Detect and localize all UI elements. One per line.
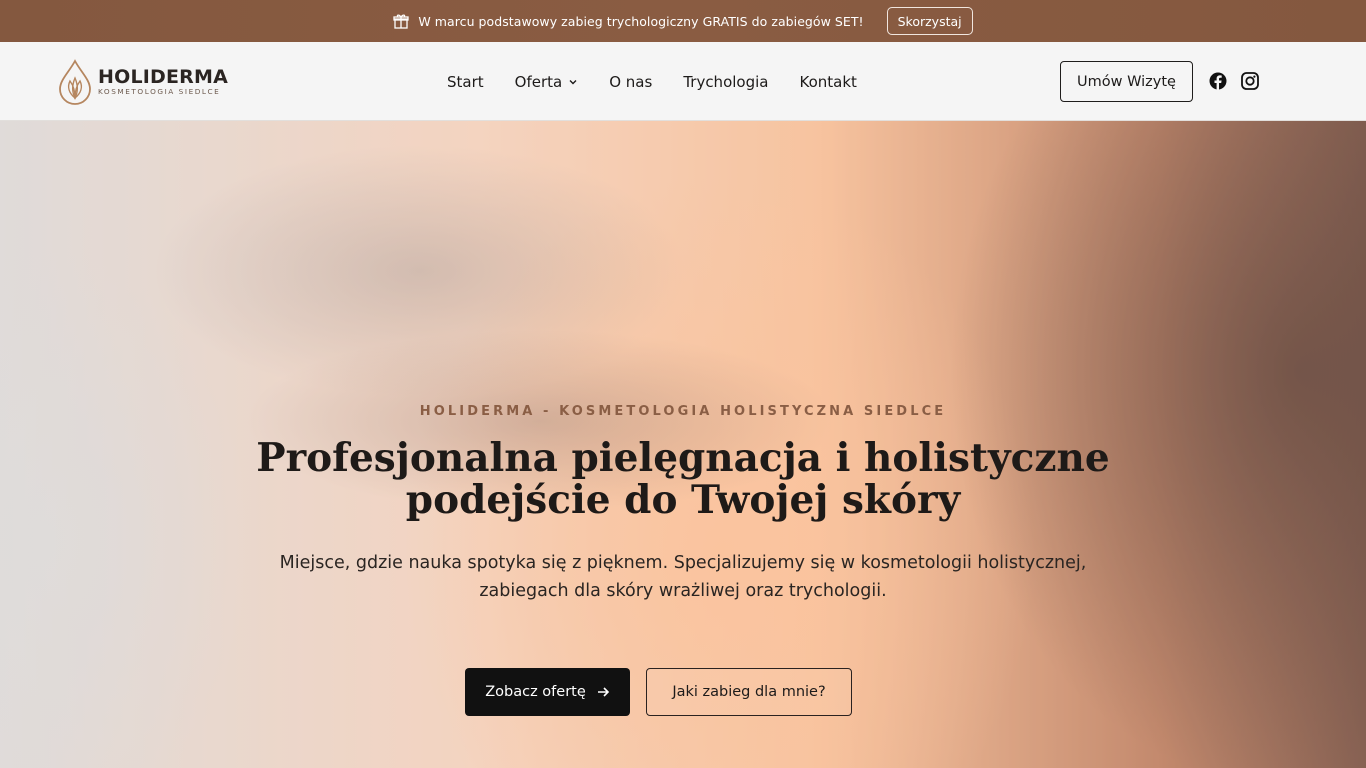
nav-item-label: Kontakt <box>799 72 857 91</box>
instagram-icon[interactable] <box>1241 72 1259 90</box>
which-treatment-button[interactable]: Jaki zabieg dla mnie? <box>646 668 852 716</box>
logo[interactable]: HOLIDERMA KOSMETOLOGIA SIEDLCE <box>57 58 228 106</box>
promo-text: W marcu podstawowy zabieg trychologiczny… <box>418 13 864 29</box>
site-header: HOLIDERMA KOSMETOLOGIA SIEDLCE Start Ofe… <box>0 42 1366 121</box>
promo-bar: W marcu podstawowy zabieg trychologiczny… <box>0 0 1366 42</box>
hero-section: HOLIDERMA - KOSMETOLOGIA HOLISTYCZNA SIE… <box>0 121 1366 768</box>
nav-item-trychologia[interactable]: Trychologia <box>683 73 768 91</box>
hero-title-line: Profesjonalna pielęgnacja i holistyczne <box>256 435 1110 481</box>
nav-item-o-nas[interactable]: O nas <box>609 73 652 91</box>
logo-brand: HOLIDERMA <box>98 66 229 88</box>
hero-lead-line: Miejsce, gdzie nauka spotyka się z piękn… <box>279 553 1087 573</box>
book-visit-button[interactable]: Umów Wizytę <box>1060 61 1193 102</box>
promo-cta-button[interactable]: Skorzystaj <box>886 7 973 35</box>
hero-eyebrow: HOLIDERMA - KOSMETOLOGIA HOLISTYCZNA SIE… <box>419 404 947 419</box>
logo-drop-icon <box>59 59 91 105</box>
nav-item-oferta[interactable]: Oferta <box>515 73 579 91</box>
hero-title: Profesjonalna pielęgnacja i holistyczne … <box>233 437 1133 521</box>
nav-item-kontakt[interactable]: Kontakt <box>799 73 856 91</box>
nav-item-label: O nas <box>609 72 653 91</box>
gift-icon <box>393 14 410 29</box>
hero-lead: Miejsce, gdzie nauka spotyka się z piękn… <box>233 549 1133 605</box>
nav-item-start[interactable]: Start <box>447 73 484 91</box>
facebook-icon[interactable] <box>1209 72 1227 90</box>
arrow-right-icon <box>597 687 609 697</box>
nav-item-label: Oferta <box>514 72 563 91</box>
nav-item-label: Start <box>447 72 484 91</box>
main-nav: Start Oferta O nas Trychologia Kontakt <box>447 42 857 121</box>
see-offer-label: Zobacz ofertę <box>485 684 586 700</box>
logo-tagline: KOSMETOLOGIA SIEDLCE <box>98 87 221 96</box>
nav-item-label: Trychologia <box>683 72 769 91</box>
hero-lead-line: zabiegach dla skóry wrażliwej oraz trych… <box>479 581 887 601</box>
chevron-down-icon <box>569 79 577 84</box>
see-offer-button[interactable]: Zobacz ofertę <box>465 668 630 716</box>
hero-title-line: podejście do Twojej skóry <box>405 477 961 523</box>
